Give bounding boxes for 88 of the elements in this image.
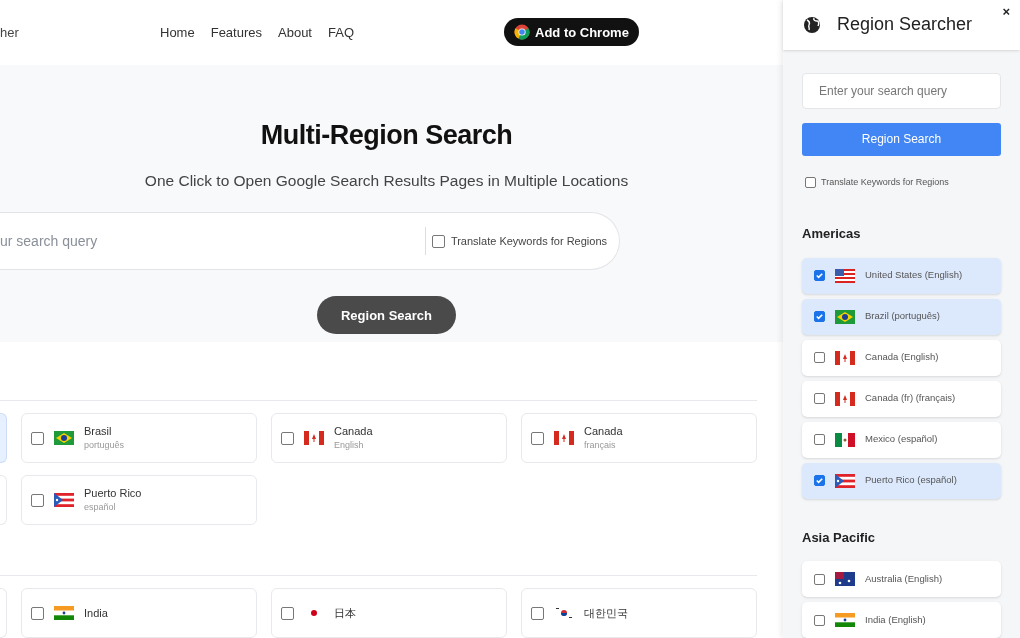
- hero-subtitle: One Click to Open Google Search Results Pages in Multiple Locations: [144, 171, 629, 192]
- region-card[interactable]: Canada français: [521, 413, 757, 463]
- checkbox[interactable]: [814, 614, 825, 626]
- checkbox[interactable]: [531, 431, 544, 445]
- checkbox-label: Translate Keywords for Regions: [821, 175, 949, 189]
- region-name: Puerto Rico: [84, 486, 142, 500]
- region-name: 日本: [334, 606, 356, 620]
- region-item[interactable]: Brazil (português): [802, 298, 1001, 335]
- region-card[interactable]: India: [21, 588, 257, 638]
- checkbox[interactable]: [814, 311, 825, 322]
- region-search-button[interactable]: Region Search: [802, 122, 1001, 156]
- nav-link[interactable]: Features: [210, 22, 262, 43]
- close-button[interactable]: ×: [1002, 5, 1010, 18]
- flag-icon: [54, 493, 74, 507]
- flag-icon: [554, 431, 574, 445]
- region-name: Canada: [584, 424, 623, 438]
- region-item[interactable]: Canada (fr) (français): [802, 380, 1001, 417]
- flag-icon: [835, 572, 855, 586]
- region-label: Puerto Rico (español): [865, 473, 957, 488]
- flag-icon: [835, 473, 855, 488]
- region-name: India: [84, 606, 108, 620]
- hero-title: Multi-Region Search: [260, 118, 513, 152]
- region-item[interactable]: Australia (English): [802, 561, 1001, 597]
- flag-icon: [835, 613, 855, 627]
- checkbox[interactable]: [805, 176, 816, 188]
- flag-icon: [54, 606, 74, 620]
- checkmark-icon: [815, 476, 824, 485]
- checkbox[interactable]: [814, 352, 825, 363]
- region-item[interactable]: Puerto Rico (español): [802, 462, 1001, 499]
- checkbox[interactable]: [281, 431, 294, 445]
- region-language: English: [334, 439, 365, 452]
- flag-icon: [835, 350, 855, 365]
- chrome-icon: [514, 24, 530, 41]
- checkmark-icon: [815, 312, 824, 321]
- checkbox[interactable]: [814, 573, 825, 585]
- add-to-chrome-button[interactable]: Add to Chrome: [504, 18, 639, 47]
- region-card[interactable]: 日本: [271, 588, 507, 638]
- flag-icon: [304, 431, 324, 445]
- region-label: Canada (fr) (français): [865, 391, 956, 406]
- region-item[interactable]: Mexico (español): [802, 421, 1001, 458]
- nav-link[interactable]: About: [278, 22, 312, 43]
- region-item[interactable]: Canada (English): [802, 339, 1001, 376]
- checkbox[interactable]: [431, 234, 445, 248]
- region-language: português: [84, 439, 125, 452]
- region-label: India (English): [865, 612, 926, 627]
- globe-icon: [803, 15, 821, 34]
- region-label: United States (English): [865, 268, 963, 283]
- region-label: Brazil (português): [865, 309, 940, 324]
- region-name: 대한민국: [584, 606, 628, 620]
- checkbox[interactable]: [814, 434, 825, 445]
- region-search-button[interactable]: Region Search: [317, 296, 456, 335]
- region-label: Mexico (español): [865, 432, 938, 447]
- region-language: français: [584, 439, 617, 452]
- search-input[interactable]: Enter your search query: [802, 72, 1001, 109]
- region-name: Brasil: [84, 424, 113, 438]
- flag-icon: [835, 391, 855, 406]
- checkbox[interactable]: [814, 270, 825, 281]
- region-name: Canada: [334, 424, 373, 438]
- region-language: español: [84, 501, 117, 514]
- section-title: Americas: [802, 225, 862, 243]
- checkbox[interactable]: [31, 493, 44, 507]
- region-card[interactable]: Puerto Rico español: [21, 475, 257, 525]
- nav-link[interactable]: FAQ: [328, 22, 354, 43]
- section-title: Asia Pacific: [802, 528, 876, 547]
- checkbox[interactable]: [31, 606, 44, 620]
- flag-icon: [554, 606, 574, 620]
- checkmark-icon: [815, 271, 824, 280]
- checkbox-label: Translate Keywords for Regions: [450, 234, 607, 250]
- region-label: Canada (English): [865, 350, 939, 365]
- flag-icon: [835, 432, 855, 447]
- brand-name[interactable]: her: [0, 22, 160, 43]
- nav-link[interactable]: Home: [160, 22, 195, 43]
- region-card[interactable]: Brasil português: [21, 413, 257, 463]
- region-card[interactable]: 대한민국: [521, 588, 757, 638]
- checkbox[interactable]: [814, 393, 825, 404]
- checkbox[interactable]: [31, 431, 44, 445]
- flag-icon: [835, 268, 855, 283]
- region-item[interactable]: India (English): [802, 602, 1001, 638]
- search-input[interactable]: ur search query: [0, 212, 425, 271]
- flag-icon: [835, 309, 855, 324]
- panel-title: Region Searcher: [837, 13, 973, 37]
- checkbox[interactable]: [814, 475, 825, 486]
- checkbox[interactable]: [531, 606, 544, 620]
- region-card[interactable]: Canada English: [271, 413, 507, 463]
- checkbox[interactable]: [281, 606, 294, 620]
- region-item[interactable]: United States (English): [802, 257, 1001, 294]
- region-label: Australia (English): [865, 571, 943, 586]
- flag-icon: [54, 431, 74, 445]
